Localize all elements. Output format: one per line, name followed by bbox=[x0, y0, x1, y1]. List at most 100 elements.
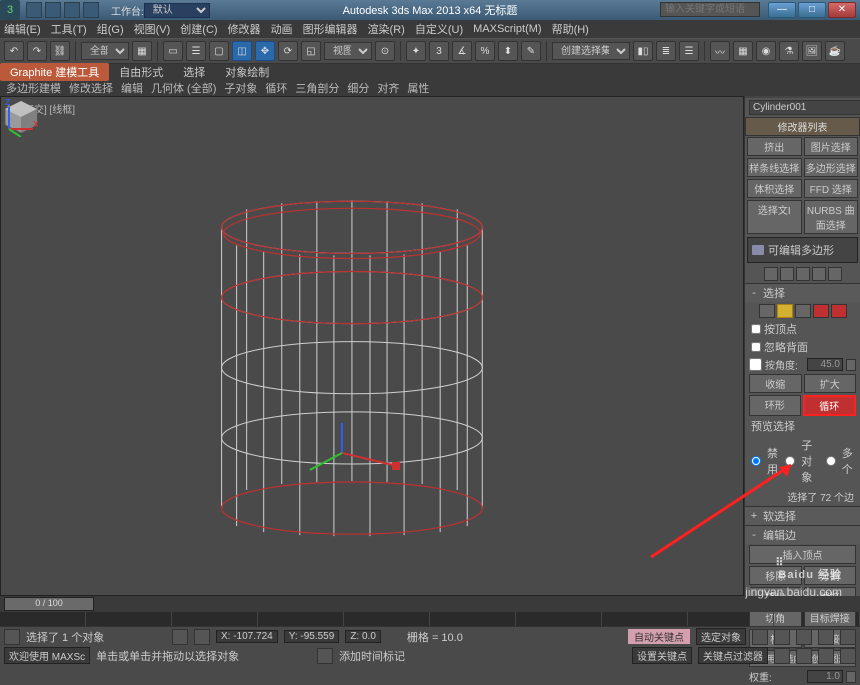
angle-snap-icon[interactable]: ∡ bbox=[452, 41, 472, 61]
nav-max-icon[interactable] bbox=[840, 648, 856, 664]
percent-snap-icon[interactable]: % bbox=[475, 41, 495, 61]
mirror-icon[interactable]: ▮▯ bbox=[633, 41, 653, 61]
rect-select-icon[interactable]: ▢ bbox=[209, 41, 229, 61]
pin-stack-icon[interactable] bbox=[764, 267, 778, 281]
manip-icon[interactable]: ✦ bbox=[406, 41, 426, 61]
unique-icon[interactable] bbox=[796, 267, 810, 281]
coord-y-field[interactable]: Y: -95.559 bbox=[284, 630, 340, 643]
keyfilter-button[interactable]: 关键点过滤器 bbox=[698, 647, 768, 664]
maxscript-mini-icon[interactable] bbox=[4, 629, 20, 645]
qa-redo-icon[interactable] bbox=[83, 2, 99, 18]
btn-volsel[interactable]: 体积选择 bbox=[747, 179, 802, 198]
close-button[interactable]: ✕ bbox=[828, 2, 856, 18]
goto-end-icon[interactable] bbox=[840, 629, 856, 645]
pivot-icon[interactable]: ⊙ bbox=[375, 41, 395, 61]
rpanel-edit[interactable]: 编辑 bbox=[121, 80, 143, 96]
rfw-icon[interactable]: 🖼 bbox=[802, 41, 822, 61]
minimize-button[interactable]: — bbox=[768, 2, 796, 18]
weight-field[interactable] bbox=[807, 670, 843, 683]
edit-named-sel-icon[interactable]: ✎ bbox=[521, 41, 541, 61]
goto-start-icon[interactable] bbox=[752, 629, 768, 645]
menu-group[interactable]: 组(G) bbox=[97, 21, 124, 37]
play-icon[interactable] bbox=[796, 629, 812, 645]
btn-loop[interactable]: 循环 bbox=[803, 395, 857, 416]
lock-icon[interactable] bbox=[172, 629, 188, 645]
rpanel-subdiv[interactable]: 细分 bbox=[347, 80, 369, 96]
btn-meshselect[interactable]: 图片选择 bbox=[804, 137, 859, 156]
autokey-button[interactable]: 自动关键点 bbox=[628, 629, 690, 644]
next-frame-icon[interactable] bbox=[818, 629, 834, 645]
select-icon[interactable]: ▭ bbox=[163, 41, 183, 61]
qa-open-icon[interactable] bbox=[45, 2, 61, 18]
chk-byangle[interactable] bbox=[749, 358, 762, 371]
btn-nurbssel[interactable]: NURBS 曲面选择 bbox=[804, 200, 859, 234]
rpanel-geom[interactable]: 几何体 (全部) bbox=[151, 80, 216, 96]
btn-split[interactable]: 分割 bbox=[804, 566, 857, 585]
render-icon[interactable]: ☕ bbox=[825, 41, 845, 61]
named-selset-select[interactable]: 创建选择集 bbox=[552, 42, 630, 60]
radio-preview-multi[interactable] bbox=[826, 456, 836, 466]
so-border-icon[interactable] bbox=[795, 304, 811, 318]
menu-modifier[interactable]: 修改器 bbox=[228, 21, 261, 37]
scale-icon[interactable]: ◱ bbox=[301, 41, 321, 61]
menu-help[interactable]: 帮助(H) bbox=[552, 21, 589, 37]
menu-view[interactable]: 视图(V) bbox=[134, 21, 171, 37]
select-name-icon[interactable]: ☰ bbox=[186, 41, 206, 61]
btn-insert-vertex[interactable]: 插入顶点 bbox=[749, 545, 856, 564]
btn-extrude[interactable]: 挤出 bbox=[747, 137, 802, 156]
align-icon[interactable]: ≣ bbox=[656, 41, 676, 61]
app-logo[interactable]: 3 bbox=[0, 0, 20, 20]
btn-remove[interactable]: 移除 bbox=[749, 566, 802, 585]
ribbon-tab-graphite[interactable]: Graphite 建模工具 bbox=[0, 63, 109, 81]
nav-orbit-icon[interactable] bbox=[818, 648, 834, 664]
layer-icon[interactable]: ☰ bbox=[679, 41, 699, 61]
rotate-icon[interactable]: ⟳ bbox=[278, 41, 298, 61]
stack-item-editpoly[interactable]: 可编辑多边形 bbox=[752, 242, 853, 258]
setkey-button[interactable]: 设置关键点 bbox=[632, 647, 692, 664]
menu-anim[interactable]: 动画 bbox=[271, 21, 293, 37]
object-name-field[interactable] bbox=[749, 100, 860, 115]
menu-render[interactable]: 渲染(R) bbox=[368, 21, 405, 37]
ribbon-tab-freeform[interactable]: 自由形式 bbox=[109, 63, 173, 81]
track-bar[interactable] bbox=[0, 612, 860, 626]
rpanel-loop[interactable]: 循环 bbox=[265, 80, 287, 96]
menu-custom[interactable]: 自定义(U) bbox=[415, 21, 463, 37]
btn-ffdsel[interactable]: FFD 选择 bbox=[804, 179, 859, 198]
menu-edit[interactable]: 编辑(E) bbox=[4, 21, 41, 37]
radio-preview-off[interactable] bbox=[751, 456, 761, 466]
move-icon[interactable]: ✥ bbox=[255, 41, 275, 61]
rollout-softsel[interactable]: +软选择 bbox=[745, 506, 860, 525]
modifier-stack[interactable]: 可编辑多边形 bbox=[747, 237, 858, 263]
schematic-icon[interactable]: ▦ bbox=[733, 41, 753, 61]
menu-tools[interactable]: 工具(T) bbox=[51, 21, 87, 37]
btn-shrink[interactable]: 收缩 bbox=[749, 374, 802, 393]
angle-value-field[interactable] bbox=[807, 358, 843, 371]
timetag-icon[interactable] bbox=[317, 648, 333, 664]
qa-undo-icon[interactable] bbox=[64, 2, 80, 18]
ref-coord-select[interactable]: 视图 bbox=[324, 42, 372, 60]
selection-scope-select[interactable]: 全部 bbox=[81, 42, 129, 60]
absolute-icon[interactable] bbox=[194, 629, 210, 645]
rollout-editedge[interactable]: -编辑边 bbox=[745, 525, 860, 544]
maximize-button[interactable]: □ bbox=[798, 2, 826, 18]
chk-ignoreback[interactable] bbox=[751, 342, 761, 352]
render-setup-icon[interactable]: ⚗ bbox=[779, 41, 799, 61]
ribbon-tab-select[interactable]: 选择 bbox=[173, 63, 215, 81]
material-icon[interactable]: ◉ bbox=[756, 41, 776, 61]
nav-pan-icon[interactable] bbox=[774, 648, 790, 664]
spinner-snap-icon[interactable]: ⬍ bbox=[498, 41, 518, 61]
snap-icon[interactable]: 3 bbox=[429, 41, 449, 61]
workspace-select[interactable]: 默认 bbox=[144, 3, 210, 18]
ribbon-tab-paint[interactable]: 对象绘制 bbox=[215, 63, 279, 81]
help-search-input[interactable] bbox=[660, 2, 760, 17]
addtime-label[interactable]: 添加时间标记 bbox=[339, 648, 405, 664]
nav-zoom-icon[interactable] bbox=[796, 648, 812, 664]
angle-spinner[interactable] bbox=[846, 359, 856, 371]
coord-x-field[interactable]: X: -107.724 bbox=[216, 630, 278, 643]
config-icon[interactable] bbox=[828, 267, 842, 281]
show-end-icon[interactable] bbox=[780, 267, 794, 281]
time-slider[interactable]: 0 / 100 bbox=[0, 596, 860, 612]
stack-toggle-icon[interactable] bbox=[752, 245, 764, 255]
prev-frame-icon[interactable] bbox=[774, 629, 790, 645]
undo-icon[interactable]: ↶ bbox=[4, 41, 24, 61]
